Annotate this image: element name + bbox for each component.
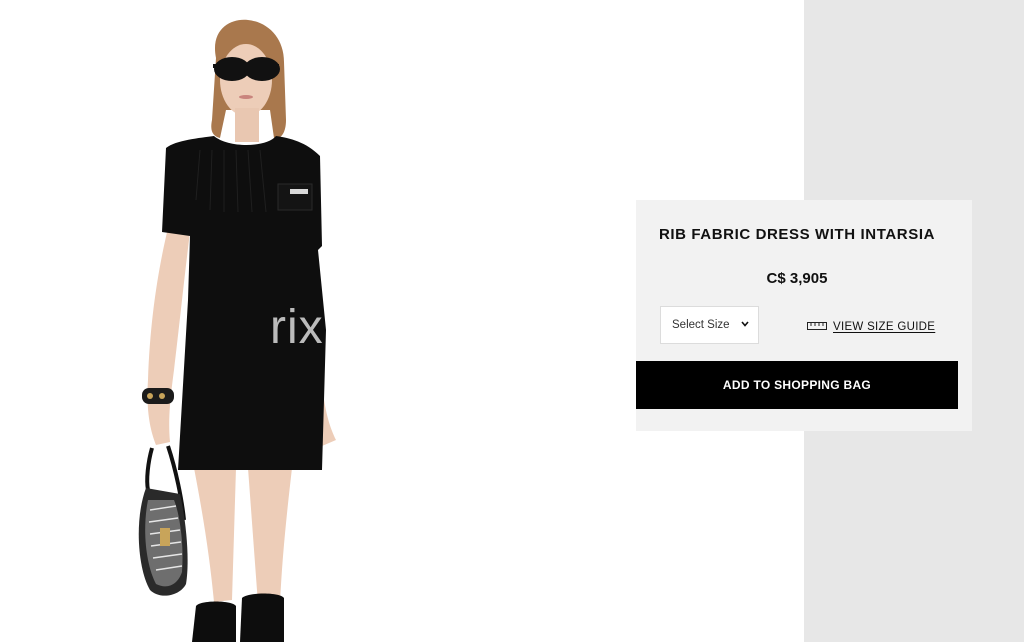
chevron-down-icon [741, 319, 749, 330]
size-select-label: Select Size [672, 319, 730, 331]
ruler-icon [807, 318, 827, 336]
add-to-bag-button[interactable]: ADD TO SHOPPING BAG [636, 361, 958, 409]
size-select[interactable]: Select Size [660, 306, 759, 344]
size-guide-link[interactable]: VIEW SIZE GUIDE [807, 318, 935, 336]
product-price: C$ 3,905 [766, 270, 828, 287]
size-guide-label: VIEW SIZE GUIDE [833, 321, 936, 333]
watermark-text: rix [270, 301, 324, 354]
product-title: RIB FABRIC DRESS WITH INTARSIA [658, 226, 936, 243]
